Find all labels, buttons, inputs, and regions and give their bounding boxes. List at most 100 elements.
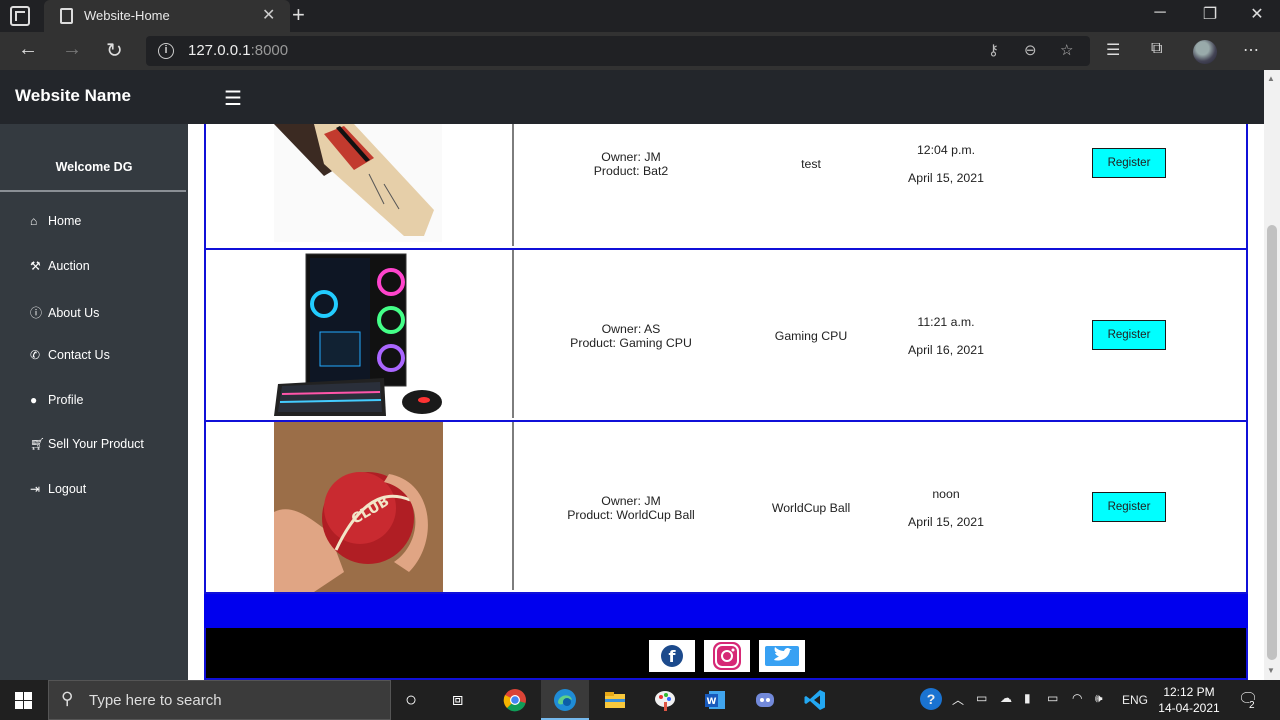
welcome-text: Welcome DG [55,160,133,174]
url-text[interactable]: 127.0.0.1:8000 [188,42,288,59]
svg-text:W: W [707,697,717,707]
logout-icon: ⇥ [30,482,41,496]
product-row: Owner: JM Product: Bat2 test 12:04 p.m. … [206,124,1246,250]
onedrive-icon[interactable]: ☁ [1000,691,1012,705]
page-scrollbar[interactable]: ▲ ▼ [1264,70,1280,680]
more-menu-icon[interactable]: ⋯ [1243,40,1259,60]
close-tab-icon[interactable]: ✕ [262,5,275,25]
register-button[interactable]: Register [1092,148,1166,178]
taskbar-search-input[interactable]: ⚲ Type here to search [48,680,391,720]
address-toolbar: ← → ↻ i 127.0.0.1:8000 ⚷ ⊖ ☆ [0,32,1280,70]
sidebar-item-logout[interactable]: ⇥ Logout [30,482,86,496]
auction-time: noon [932,487,960,501]
footer: f [204,628,1248,680]
zoom-icon[interactable]: ⊖ [1024,41,1037,59]
search-icon: ⚲ [61,689,74,708]
battery-icon[interactable]: ▭ [1047,691,1058,705]
gavel-icon: ⚒ [30,259,41,273]
file-explorer-icon[interactable] [603,688,627,712]
discord-icon[interactable] [753,688,777,712]
product-name: Gaming CPU [774,329,848,343]
phone-icon: ✆ [30,348,41,362]
collections-icon[interactable]: ⧉ [1151,40,1162,58]
product-row: Owner: AS Product: Gaming CPU Gaming CPU… [206,250,1246,422]
auction-date: April 15, 2021 [908,171,984,185]
auction-date: April 15, 2021 [908,515,984,529]
auction-date: April 16, 2021 [908,343,984,357]
site-info-icon[interactable]: i [158,43,174,59]
scroll-up-icon[interactable]: ▲ [1267,74,1275,83]
favorites-icon[interactable]: ☰ [1106,40,1120,60]
sidebar-item-contact-us[interactable]: ✆ Contact Us [30,348,110,362]
register-button[interactable]: Register [1092,320,1166,350]
column-divider [512,124,514,246]
refresh-icon[interactable]: ↻ [106,38,123,63]
product-image-cricket-ball[interactable]: CLUB [274,422,443,592]
restore-icon[interactable]: ❐ [1187,4,1233,24]
task-view-icon[interactable]: ⧈ [452,689,476,713]
tab-actions-icon[interactable] [10,6,30,26]
profile-avatar[interactable] [1193,40,1217,64]
cart-icon: 🛒︎ [30,437,46,451]
product-name: WorldCup Ball [771,501,851,515]
cortana-icon[interactable]: ○ [405,689,429,713]
meet-now-icon[interactable]: ▭ [976,691,987,705]
page-favicon-icon [60,8,73,24]
owner-product-cell: Owner: AS Product: Gaming CPU [570,322,692,350]
column-divider [512,422,514,590]
sidebar: Welcome DG ⌂ Home ⚒ Auction ⓘ About Us ✆ Con… [0,124,188,680]
tab-title: Website-Home [84,8,170,23]
taskbar-clock[interactable]: 12:12 PM 14-04-2021 [1152,684,1226,716]
sidebar-item-auction[interactable]: ⚒ Auction [30,259,90,273]
notification-count: 2 [1249,700,1255,711]
taskbar: ⚲ Type here to search ○ ⧈ W ? ︿ ▭ ☁ ▮ ▭ … [0,680,1280,720]
twitter-icon[interactable] [759,640,805,672]
site-header: Website Name ☰ [0,70,1264,124]
facebook-icon[interactable]: f [649,640,695,672]
usb-icon[interactable]: ▮ [1024,691,1031,705]
language-indicator[interactable]: ENG [1122,693,1148,707]
word-icon[interactable]: W [703,688,727,712]
back-icon[interactable]: ← [18,38,38,61]
paint-icon[interactable] [653,688,677,712]
new-tab-icon[interactable]: + [292,2,305,28]
forward-icon[interactable]: → [62,38,82,61]
vscode-icon[interactable] [803,688,827,712]
owner-product-cell: Owner: JM Product: WorldCup Ball [567,494,695,522]
url-input[interactable]: i 127.0.0.1:8000 ⚷ ⊖ ☆ [146,36,1090,66]
product-image-gaming-cpu[interactable] [274,252,442,418]
site-name[interactable]: Website Name [15,86,131,106]
scroll-down-icon[interactable]: ▼ [1267,666,1275,675]
help-icon[interactable]: ? [920,688,942,710]
chrome-icon[interactable] [503,688,527,712]
sidebar-item-profile[interactable]: ● Profile [30,393,83,407]
minimize-icon[interactable]: ─ [1137,4,1183,22]
sidebar-item-sell-your-product[interactable]: 🛒︎ Sell Your Product [30,437,144,451]
column-divider [512,250,514,418]
edge-icon[interactable] [553,688,577,712]
scroll-thumb[interactable] [1267,225,1277,660]
volume-icon[interactable]: 🕪︎ [1095,691,1103,706]
key-icon[interactable]: ⚷ [988,41,999,59]
footer-band [204,594,1248,628]
home-icon: ⌂ [30,214,38,228]
menu-toggle-icon[interactable]: ☰ [224,86,242,111]
browser-tab-bar: Website-Home ✕ + ─ ❐ ✕ [0,0,1280,32]
close-window-icon[interactable]: ✕ [1234,4,1280,24]
product-image-bat[interactable] [274,124,442,242]
user-icon: ● [30,393,38,407]
windows-start-icon[interactable] [15,692,32,709]
product-name: test [801,157,821,171]
auction-time: 12:04 p.m. [916,143,976,157]
register-button[interactable]: Register [1092,492,1166,522]
tray-expand-icon[interactable]: ︿ [952,691,964,708]
sidebar-item-about-us[interactable]: ⓘ About Us [30,304,99,321]
add-favorite-icon[interactable]: ☆ [1060,41,1073,59]
wifi-icon[interactable]: ◠ [1072,691,1082,705]
sidebar-item-home[interactable]: ⌂ Home [30,214,81,228]
owner-product-cell: Owner: JM Product: Bat2 [593,150,669,178]
instagram-icon[interactable] [704,640,750,672]
main-content: Owner: JM Product: Bat2 test 12:04 p.m. … [188,124,1264,680]
browser-tab[interactable]: Website-Home ✕ [44,0,290,32]
info-icon: ⓘ [30,306,43,320]
